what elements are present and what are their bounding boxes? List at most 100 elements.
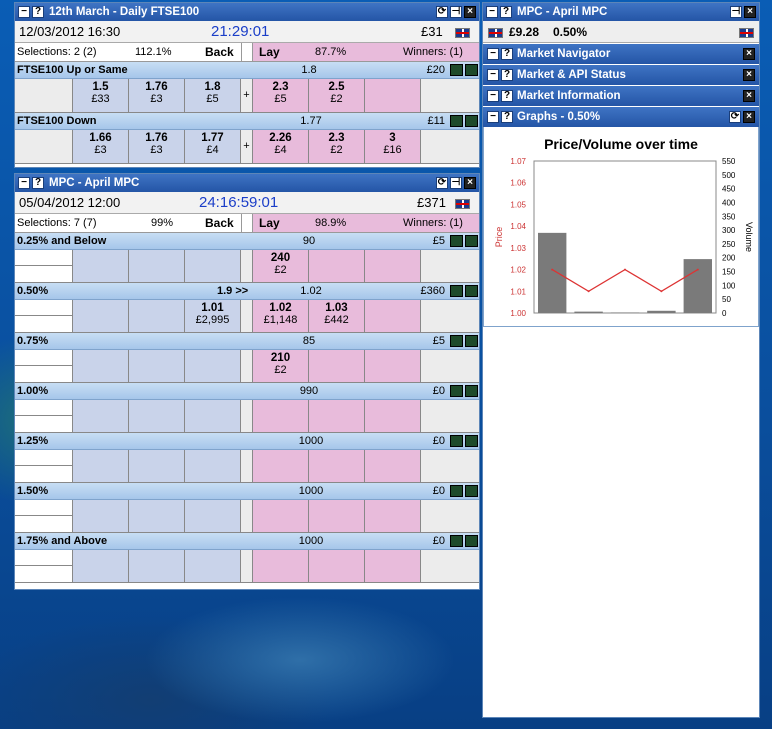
lay-price-cell[interactable] — [309, 400, 365, 432]
market-row-header[interactable]: FTSE100 Down 1.77 £11 — [15, 113, 479, 130]
minimize-icon[interactable]: − — [18, 177, 30, 189]
back-price-cell[interactable]: 1.5 £33 — [73, 79, 129, 112]
lay-price-cell[interactable] — [253, 550, 309, 582]
lay-price-cell[interactable]: 1.03 £442 — [309, 300, 365, 332]
back-price-cell[interactable]: 1.76 £3 — [129, 79, 185, 112]
back-price-cell[interactable] — [73, 250, 129, 282]
lay-price-cell[interactable] — [365, 300, 421, 332]
lay-price-cell[interactable] — [309, 250, 365, 282]
graphs-panel-header[interactable]: −? Graphs - 0.50% ⟳ × — [483, 107, 759, 127]
lay-price-cell[interactable]: 2.5 £2 — [309, 79, 365, 112]
chart-icon[interactable] — [450, 335, 463, 347]
back-price-cell[interactable] — [129, 450, 185, 482]
lay-price-cell[interactable]: 2.3 £5 — [253, 79, 309, 112]
help-icon[interactable]: ? — [501, 69, 513, 81]
market-row-header[interactable]: 1.00% 990 £0 — [15, 383, 479, 400]
refresh-icon[interactable]: ⟳ — [436, 6, 448, 18]
back-price-cell[interactable] — [73, 450, 129, 482]
back-price-cell[interactable] — [73, 400, 129, 432]
back-price-cell[interactable] — [129, 250, 185, 282]
minimize-icon[interactable]: − — [487, 48, 499, 60]
lay-price-cell[interactable]: 2.3 £2 — [309, 130, 365, 163]
ftse-titlebar[interactable]: −? 12th March - Daily FTSE100 ⟳ ⊣ × — [15, 3, 479, 21]
refresh-icon[interactable]: ⟳ — [729, 111, 741, 123]
back-price-cell[interactable]: 1.8 £5 — [185, 79, 241, 112]
pin-icon[interactable]: ⊣ — [450, 177, 462, 189]
market-row-header[interactable]: 0.75% 85 £5 — [15, 333, 479, 350]
back-price-cell[interactable]: 1.01 £2,995 — [185, 300, 241, 332]
plus-button[interactable] — [241, 450, 253, 482]
back-price-cell[interactable] — [73, 500, 129, 532]
chart-icon[interactable] — [450, 535, 463, 547]
lay-price-cell[interactable] — [365, 350, 421, 382]
help-icon[interactable]: ? — [500, 6, 512, 18]
close-icon[interactable]: × — [464, 6, 476, 18]
back-price-cell[interactable]: 1.76 £3 — [129, 130, 185, 163]
close-icon[interactable]: × — [743, 90, 755, 102]
plus-button[interactable]: + — [241, 79, 253, 112]
lay-price-cell[interactable]: 210 £2 — [253, 350, 309, 382]
plus-button[interactable] — [241, 550, 253, 582]
chart-icon[interactable] — [450, 435, 463, 447]
market-row-header[interactable]: 0.25% and Below 90 £5 — [15, 233, 479, 250]
back-price-cell[interactable] — [185, 350, 241, 382]
chart-icon[interactable] — [450, 64, 463, 76]
minimize-icon[interactable]: − — [487, 69, 499, 81]
back-price-cell[interactable] — [73, 350, 129, 382]
lay-price-cell[interactable] — [309, 350, 365, 382]
back-price-cell[interactable] — [73, 300, 129, 332]
back-price-cell[interactable] — [185, 250, 241, 282]
chart-icon[interactable] — [450, 485, 463, 497]
ladder-icon[interactable] — [465, 115, 478, 127]
chart-icon[interactable] — [450, 385, 463, 397]
lay-price-cell[interactable] — [365, 400, 421, 432]
back-price-cell[interactable] — [129, 300, 185, 332]
close-icon[interactable]: × — [743, 111, 755, 123]
help-icon[interactable]: ? — [32, 6, 44, 18]
help-icon[interactable]: ? — [32, 177, 44, 189]
lay-price-cell[interactable]: 240 £2 — [253, 250, 309, 282]
back-price-cell[interactable] — [73, 550, 129, 582]
plus-button[interactable] — [241, 250, 253, 282]
plus-button[interactable] — [241, 400, 253, 432]
panel-header-1[interactable]: −? Market & API Status × — [483, 65, 759, 85]
lay-price-cell[interactable] — [365, 250, 421, 282]
minimize-icon[interactable]: − — [487, 111, 499, 123]
mpc-titlebar[interactable]: −? MPC - April MPC ⟳ ⊣ × — [15, 174, 479, 192]
ladder-icon[interactable] — [465, 235, 478, 247]
ladder-icon[interactable] — [465, 285, 478, 297]
lay-price-cell[interactable] — [309, 550, 365, 582]
back-price-cell[interactable] — [185, 450, 241, 482]
lay-price-cell[interactable] — [253, 500, 309, 532]
ladder-icon[interactable] — [465, 535, 478, 547]
plus-button[interactable] — [241, 350, 253, 382]
ladder-icon[interactable] — [465, 64, 478, 76]
ladder-icon[interactable] — [465, 335, 478, 347]
ladder-icon[interactable] — [465, 385, 478, 397]
plus-button[interactable]: + — [241, 130, 253, 163]
lay-price-cell[interactable] — [365, 550, 421, 582]
right-titlebar[interactable]: −? MPC - April MPC ⊣ × — [483, 3, 759, 21]
back-price-cell[interactable]: 1.66 £3 — [73, 130, 129, 163]
help-icon[interactable]: ? — [501, 90, 513, 102]
back-price-cell[interactable] — [129, 550, 185, 582]
minimize-icon[interactable]: − — [18, 6, 30, 18]
market-row-header[interactable]: 1.75% and Above 1000 £0 — [15, 533, 479, 550]
plus-button[interactable] — [241, 500, 253, 532]
lay-price-cell[interactable] — [253, 400, 309, 432]
help-icon[interactable]: ? — [501, 111, 513, 123]
chart-icon[interactable] — [450, 285, 463, 297]
minimize-icon[interactable]: − — [487, 90, 499, 102]
back-price-cell[interactable] — [185, 400, 241, 432]
pin-icon[interactable]: ⊣ — [730, 6, 742, 18]
close-icon[interactable]: × — [743, 48, 755, 60]
ladder-icon[interactable] — [465, 485, 478, 497]
pin-icon[interactable]: ⊣ — [450, 6, 462, 18]
lay-price-cell[interactable]: 3 £16 — [365, 130, 421, 163]
market-row-header[interactable]: 1.50% 1000 £0 — [15, 483, 479, 500]
back-price-cell[interactable] — [185, 500, 241, 532]
ladder-icon[interactable] — [465, 435, 478, 447]
market-row-header[interactable]: 0.50% 1.9 >> 1.02 £360 — [15, 283, 479, 300]
plus-button[interactable] — [241, 300, 253, 332]
lay-price-cell[interactable] — [365, 450, 421, 482]
